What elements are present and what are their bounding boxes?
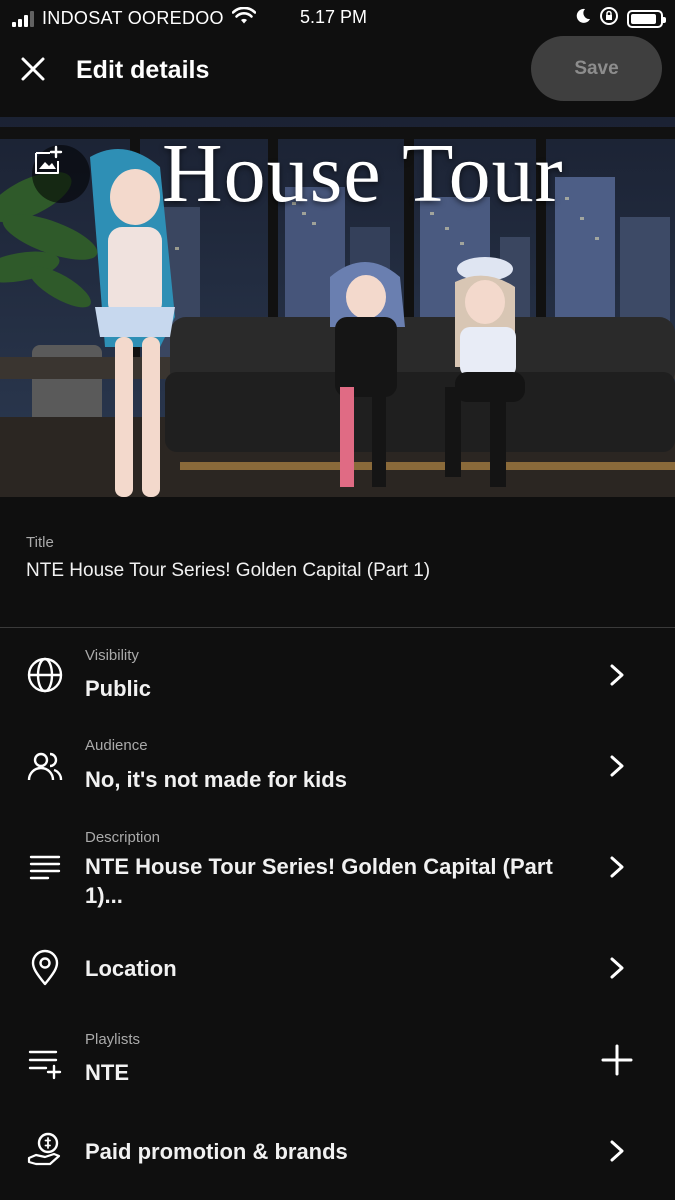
description-label: Description [85,829,161,846]
title-value[interactable]: NTE House Tour Series! Golden Capital (P… [26,560,430,582]
paid-promotion-value: Paid promotion & brands [85,1139,348,1164]
location-value: Location [85,956,177,981]
save-button[interactable]: Save [531,36,662,101]
header: Edit details Save [0,36,675,106]
plus-icon[interactable] [600,1043,634,1077]
playlists-value: NTE [85,1060,129,1085]
status-time: 5.17 PM [300,7,368,27]
visibility-row[interactable]: Visibility Public [0,630,675,720]
text-lines-icon [26,848,64,886]
video-thumbnail[interactable]: House Tour [0,117,675,497]
paid-promotion-row[interactable]: Paid promotion & brands [0,1106,675,1200]
description-row[interactable]: Description NTE House Tour Series! Golde… [0,812,675,922]
chevron-right-icon[interactable] [600,749,634,783]
title-label: Title [26,534,54,551]
status-left: INDOSAT OOREDOO [12,6,257,30]
location-pin-icon [26,949,64,987]
location-row[interactable]: Location [0,922,675,1014]
playlists-row[interactable]: Playlists NTE [0,1014,675,1106]
title-field[interactable]: Title NTE House Tour Series! Golden Capi… [0,497,675,628]
visibility-label: Visibility [85,647,139,664]
battery-fill [631,13,657,24]
people-icon [26,748,64,786]
audience-label: Audience [85,737,148,754]
status-right [575,6,666,31]
rotation-lock-icon [599,6,619,31]
playlists-label: Playlists [85,1031,141,1048]
audience-value: No, it's not made for kids [85,767,347,792]
visibility-value: Public [85,676,152,701]
paid-promotion-icon [26,1131,64,1169]
add-image-icon [35,145,63,174]
carrier-name: INDOSAT OOREDOO [42,8,224,28]
add-thumbnail-button[interactable] [32,145,90,203]
wifi-icon [231,6,257,30]
page-title: Edit details [76,56,210,84]
status-bar: INDOSAT OOREDOO 5.17 PM [0,0,675,36]
chevron-right-icon[interactable] [600,951,634,985]
chevron-right-icon[interactable] [600,1134,634,1168]
globe-icon [26,656,64,694]
description-value: NTE House Tour Series! Golden Capital (P… [85,854,553,908]
audience-row[interactable]: Audience No, it's not made for kids [0,720,675,812]
chevron-right-icon[interactable] [600,658,634,692]
close-icon [21,57,45,81]
close-button[interactable] [14,50,52,88]
signal-icon [12,10,34,27]
playlist-add-icon [26,1044,64,1082]
moon-icon [575,8,591,29]
battery-icon [627,9,666,28]
thumbnail-overlay-text: House Tour [162,127,564,220]
chevron-right-icon[interactable] [600,850,634,884]
